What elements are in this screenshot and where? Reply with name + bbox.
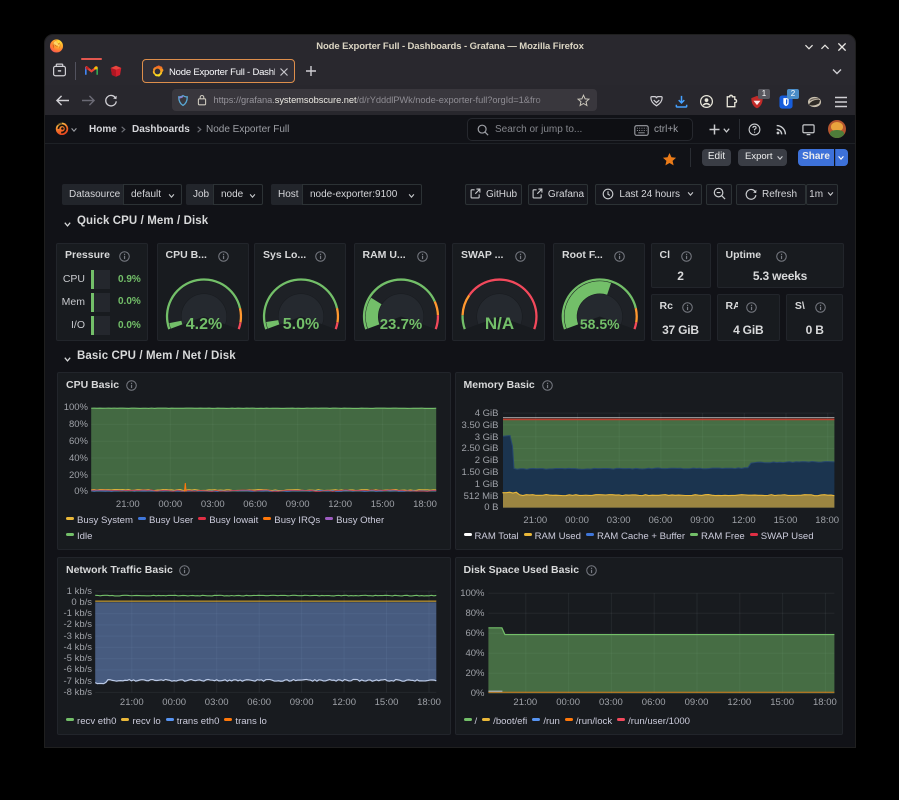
svg-text:58.5%: 58.5% [580,316,620,332]
svg-text:N/A: N/A [485,314,514,333]
svg-text:4.2%: 4.2% [185,316,221,333]
svg-text:23.7%: 23.7% [379,316,422,333]
svg-text:5.0%: 5.0% [283,316,319,333]
